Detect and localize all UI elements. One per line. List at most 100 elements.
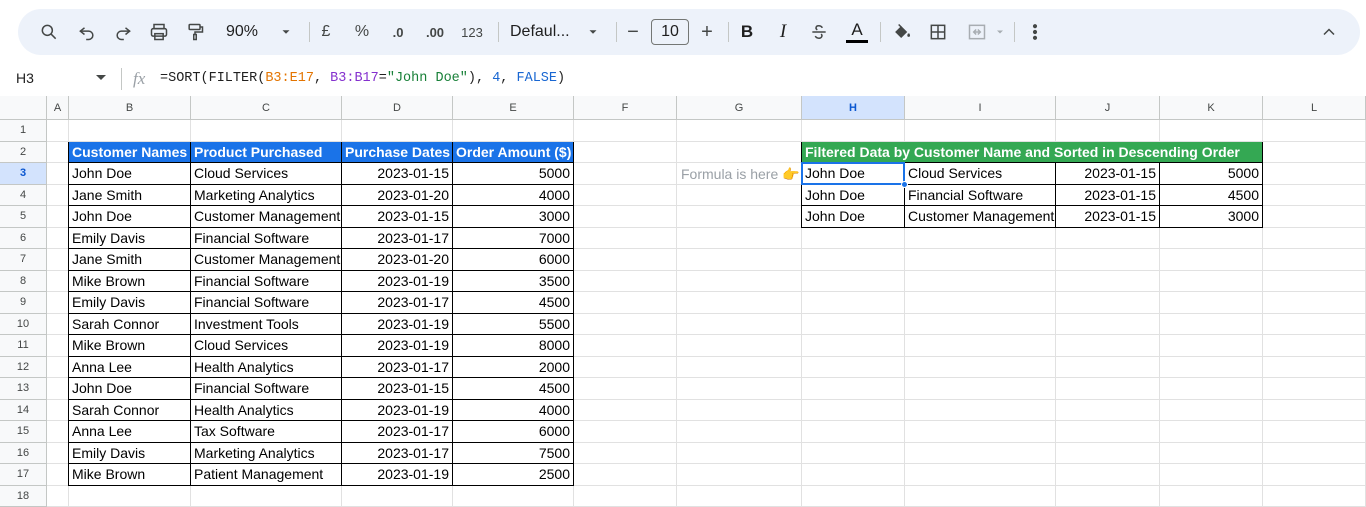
grid-cell[interactable] bbox=[905, 227, 1056, 249]
table-cell[interactable]: 2500 bbox=[453, 464, 574, 486]
grid-cell[interactable] bbox=[802, 292, 905, 314]
decrease-decimal-button[interactable]: .0 bbox=[384, 9, 412, 55]
result-cell[interactable]: 2023-01-15 bbox=[1056, 184, 1160, 206]
grid-cell[interactable] bbox=[47, 184, 69, 206]
collapse-toolbar-icon[interactable] bbox=[1316, 9, 1342, 55]
table-cell[interactable]: 7000 bbox=[453, 227, 574, 249]
row-header[interactable]: 2 bbox=[0, 141, 47, 163]
grid-cell[interactable] bbox=[1056, 335, 1160, 357]
grid-cell[interactable] bbox=[574, 184, 677, 206]
select-all-corner[interactable] bbox=[0, 96, 47, 120]
grid-cell[interactable] bbox=[905, 421, 1056, 443]
table-cell[interactable]: Patient Management bbox=[191, 464, 342, 486]
grid-cell[interactable] bbox=[574, 421, 677, 443]
row-header[interactable]: 5 bbox=[0, 206, 47, 228]
print-icon[interactable] bbox=[144, 9, 174, 55]
percent-format-button[interactable]: % bbox=[351, 9, 373, 55]
chevron-down-icon[interactable] bbox=[276, 9, 296, 55]
grid-cell[interactable] bbox=[47, 313, 69, 335]
grid-cell[interactable] bbox=[905, 120, 1056, 142]
table-cell[interactable]: Financial Software bbox=[191, 292, 342, 314]
column-header[interactable]: G bbox=[677, 96, 802, 120]
column-header[interactable]: K bbox=[1160, 96, 1263, 120]
table-header-cell[interactable]: Customer Names bbox=[69, 141, 191, 163]
grid-cell[interactable] bbox=[1160, 399, 1263, 421]
grid-cell[interactable] bbox=[1056, 270, 1160, 292]
column-header[interactable]: J bbox=[1056, 96, 1160, 120]
grid-cell[interactable] bbox=[1263, 141, 1366, 163]
grid-cell[interactable] bbox=[905, 270, 1056, 292]
currency-format-button[interactable]: £ bbox=[316, 9, 336, 55]
row-header[interactable]: 17 bbox=[0, 464, 47, 486]
result-cell[interactable]: Financial Software bbox=[905, 184, 1056, 206]
table-cell[interactable]: Customer Management bbox=[191, 206, 342, 228]
grid-cell[interactable] bbox=[1263, 421, 1366, 443]
grid-cell[interactable] bbox=[1056, 378, 1160, 400]
chevron-down-icon[interactable] bbox=[993, 9, 1007, 55]
grid-cell[interactable] bbox=[905, 292, 1056, 314]
grid-cell[interactable] bbox=[905, 249, 1056, 271]
grid-cell[interactable] bbox=[574, 227, 677, 249]
grid-cell[interactable] bbox=[1056, 399, 1160, 421]
table-cell[interactable]: Jane Smith bbox=[69, 184, 191, 206]
grid-cell[interactable] bbox=[1056, 421, 1160, 443]
grid-cell[interactable] bbox=[905, 464, 1056, 486]
table-cell[interactable]: 2023-01-15 bbox=[342, 163, 453, 185]
grid-cell[interactable] bbox=[1263, 120, 1366, 142]
table-cell[interactable]: 2023-01-19 bbox=[342, 399, 453, 421]
font-size-input[interactable]: 10 bbox=[651, 19, 689, 45]
grid-cell[interactable] bbox=[574, 335, 677, 357]
table-cell[interactable]: 2023-01-15 bbox=[342, 378, 453, 400]
grid-cell[interactable] bbox=[677, 421, 802, 443]
table-cell[interactable]: Health Analytics bbox=[191, 399, 342, 421]
table-cell[interactable]: 2023-01-17 bbox=[342, 227, 453, 249]
table-cell[interactable]: Financial Software bbox=[191, 270, 342, 292]
grid-cell[interactable] bbox=[574, 442, 677, 464]
grid-cell[interactable] bbox=[1263, 270, 1366, 292]
table-cell[interactable]: 6000 bbox=[453, 421, 574, 443]
grid-cell[interactable] bbox=[1056, 442, 1160, 464]
grid-cell[interactable] bbox=[574, 120, 677, 142]
zoom-select[interactable]: 90% bbox=[218, 9, 266, 55]
column-header[interactable]: A bbox=[47, 96, 69, 120]
table-cell[interactable]: 2023-01-17 bbox=[342, 292, 453, 314]
grid-cell[interactable] bbox=[574, 399, 677, 421]
table-cell[interactable]: 8000 bbox=[453, 335, 574, 357]
result-cell[interactable]: Cloud Services bbox=[905, 163, 1056, 185]
grid-cell[interactable] bbox=[574, 485, 677, 507]
grid-cell[interactable] bbox=[905, 313, 1056, 335]
table-cell[interactable]: 4000 bbox=[453, 399, 574, 421]
grid-cell[interactable] bbox=[47, 120, 69, 142]
table-cell[interactable]: John Doe bbox=[69, 163, 191, 185]
table-cell[interactable]: 3000 bbox=[453, 206, 574, 228]
grid-cell[interactable] bbox=[1160, 378, 1263, 400]
row-header[interactable]: 14 bbox=[0, 399, 47, 421]
table-cell[interactable]: Jane Smith bbox=[69, 249, 191, 271]
grid-cell[interactable] bbox=[802, 120, 905, 142]
grid-cell[interactable] bbox=[574, 464, 677, 486]
grid-cell[interactable] bbox=[1263, 356, 1366, 378]
grid-cell[interactable] bbox=[574, 141, 677, 163]
grid-cell[interactable] bbox=[677, 313, 802, 335]
fill-handle[interactable] bbox=[901, 180, 908, 188]
font-select[interactable]: Defaul... bbox=[510, 9, 576, 55]
grid-cell[interactable] bbox=[47, 356, 69, 378]
grid-cell[interactable] bbox=[574, 270, 677, 292]
grid-cell[interactable] bbox=[905, 378, 1056, 400]
grid-cell[interactable] bbox=[191, 120, 342, 142]
grid-cell[interactable] bbox=[1263, 313, 1366, 335]
bold-button[interactable]: B bbox=[736, 9, 758, 55]
grid-cell[interactable] bbox=[1263, 399, 1366, 421]
result-cell[interactable]: John Doe bbox=[802, 206, 905, 228]
result-cell[interactable]: Customer Management bbox=[905, 206, 1056, 228]
table-cell[interactable]: 2023-01-17 bbox=[342, 356, 453, 378]
grid-cell[interactable] bbox=[453, 120, 574, 142]
table-cell[interactable]: Anna Lee bbox=[69, 356, 191, 378]
more-vert-icon[interactable] bbox=[1022, 9, 1048, 55]
grid-cell[interactable] bbox=[342, 485, 453, 507]
result-cell[interactable]: John Doe bbox=[802, 184, 905, 206]
grid-cell[interactable] bbox=[1263, 227, 1366, 249]
borders-icon[interactable] bbox=[924, 9, 952, 55]
grid-cell[interactable] bbox=[47, 292, 69, 314]
grid-cell[interactable] bbox=[677, 249, 802, 271]
